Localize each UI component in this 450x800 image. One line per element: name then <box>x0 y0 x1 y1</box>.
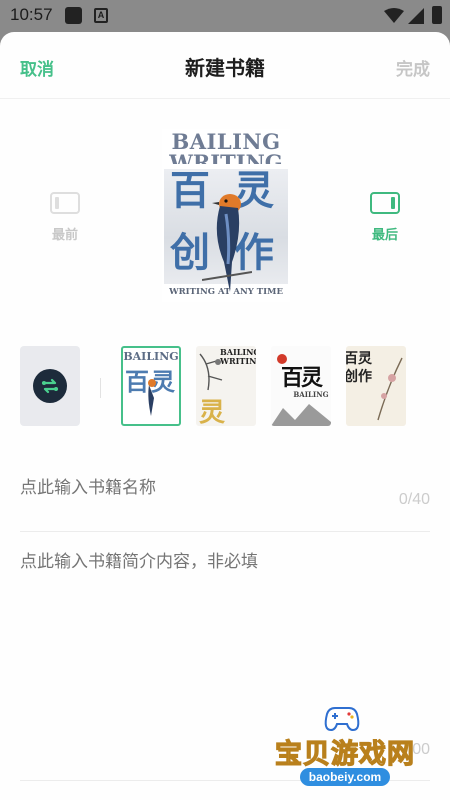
signal-icon <box>408 8 424 24</box>
cover-thumbnail-4[interactable]: 百灵创作 <box>346 346 406 426</box>
watermark-url: baobeiy.com <box>308 770 382 784</box>
thumb-3-mountains <box>271 404 331 426</box>
done-button[interactable]: 完成 <box>396 55 430 80</box>
status-time: 10:57 <box>10 5 53 24</box>
notification-square-icon <box>65 7 82 24</box>
cover-tagline: WRITING AT ANY TIME <box>169 287 283 297</box>
book-intro-input[interactable] <box>20 552 430 572</box>
cover-first-label: 最前 <box>51 228 78 243</box>
book-name-counter: 0/40 <box>398 491 430 508</box>
new-book-sheet: 取消 新建书籍 完成 最前 BAILING WRITING 百 灵 创 作 WR… <box>0 32 450 800</box>
thumb-2-chars: 灵 <box>198 398 225 426</box>
bird-illustration <box>202 194 252 292</box>
book-cover-preview: BAILING WRITING 百 灵 创 作 WRITING AT ANY T… <box>162 129 290 302</box>
thumbnail-divider <box>100 378 101 398</box>
page-title: 新建书籍 <box>185 56 265 80</box>
header: 取消 新建书籍 完成 <box>0 32 450 99</box>
thumb-1-bird <box>148 379 156 416</box>
cover-last-button[interactable]: 最后 <box>355 192 415 243</box>
swap-icon <box>33 369 67 403</box>
thumb-2-branch <box>199 353 223 391</box>
watermark-text: 宝贝游戏网 <box>274 738 415 770</box>
book-name-input[interactable] <box>20 478 340 498</box>
cover-style-switch-button[interactable] <box>20 346 80 426</box>
thumb-4-blossom <box>377 357 403 421</box>
watermark-logo: 宝贝游戏网 baobeiy.com <box>270 704 420 800</box>
wifi-icon <box>384 8 404 23</box>
thumb-3-title: BAILING <box>293 390 329 399</box>
status-bar: 10:57 A <box>0 0 450 32</box>
notification-a-icon: A <box>94 8 108 23</box>
cover-title-line2: WRITING <box>169 150 283 164</box>
cover-last-label: 最后 <box>371 228 398 243</box>
cover-thumbnail-3[interactable]: 百灵 BAILING <box>271 346 331 426</box>
thumb-3-chars: 百灵 <box>280 365 323 391</box>
name-divider <box>20 531 430 532</box>
battery-icon <box>432 6 442 24</box>
gamepad-icon <box>324 707 360 732</box>
cover-first-button[interactable]: 最前 <box>35 192 95 243</box>
first-page-icon <box>50 192 80 214</box>
cover-thumbnail-2[interactable]: BAILING WRITING 灵 <box>196 346 256 426</box>
cover-thumbnail-1[interactable]: BAILING 百灵 <box>121 346 181 426</box>
last-page-icon <box>370 192 400 214</box>
